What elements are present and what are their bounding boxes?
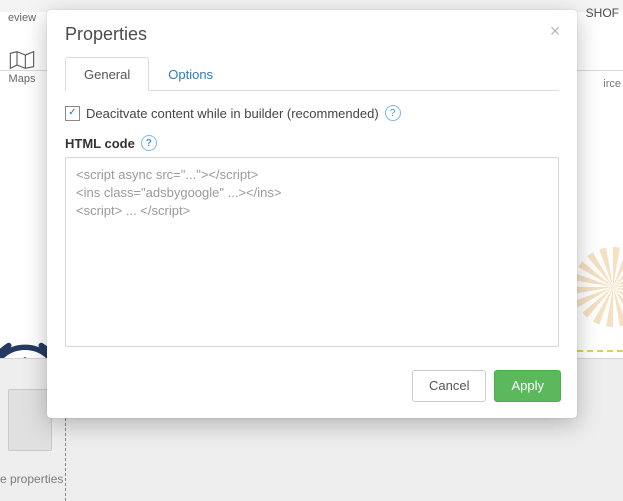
modal-header: Properties × — [47, 10, 577, 51]
bottom-panel-label: e properties — [0, 472, 63, 486]
toolbar-item-preview[interactable]: eview — [0, 12, 44, 24]
html-code-label: HTML code — [65, 136, 135, 151]
html-code-label-row: HTML code ? — [65, 135, 559, 151]
bg-source-fragment: irce — [603, 78, 621, 90]
modal-footer: Cancel Apply — [47, 358, 577, 418]
toolbar-item-maps[interactable]: Maps — [0, 50, 44, 85]
bottom-panel-thumb[interactable] — [8, 389, 52, 451]
help-icon[interactable]: ? — [141, 135, 157, 151]
deactivate-checkbox[interactable]: ✓ — [65, 106, 80, 121]
cancel-button[interactable]: Cancel — [412, 370, 486, 402]
bg-shop-fragment: SHOF — [586, 0, 623, 20]
html-code-textarea[interactable] — [65, 157, 559, 347]
tab-options[interactable]: Options — [149, 57, 232, 91]
deactivate-row: ✓ Deacitvate content while in builder (r… — [65, 105, 559, 121]
deactivate-label: Deacitvate content while in builder (rec… — [86, 106, 379, 121]
close-icon[interactable]: × — [545, 22, 565, 42]
tab-general[interactable]: General — [65, 57, 149, 91]
sunburst-illustration — [573, 247, 623, 327]
modal-body: General Options ✓ Deacitvate content whi… — [47, 51, 577, 358]
tabs: General Options — [65, 57, 559, 91]
apply-button[interactable]: Apply — [494, 370, 561, 402]
toolbar-item-label: eview — [8, 12, 36, 24]
properties-modal: Properties × General Options ✓ Deacitvat… — [47, 10, 577, 418]
toolbar-item-label: Maps — [0, 73, 44, 85]
map-icon — [8, 50, 36, 70]
modal-title: Properties — [65, 24, 147, 44]
help-icon[interactable]: ? — [385, 105, 401, 121]
